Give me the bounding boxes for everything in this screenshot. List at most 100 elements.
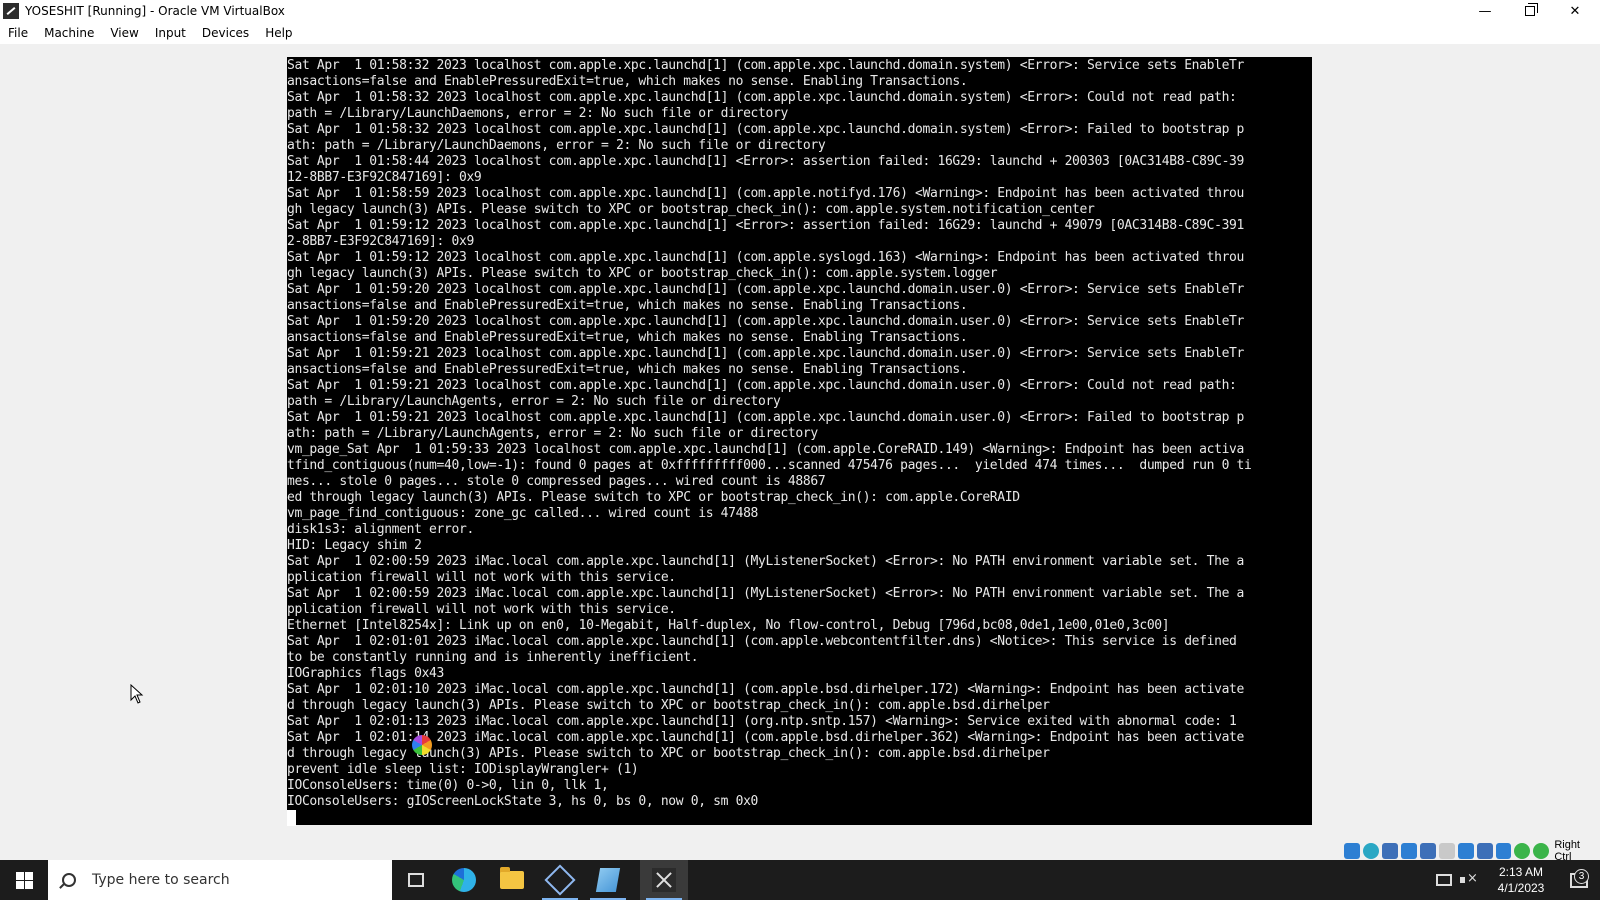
console-line: prevent idle sleep list: IODisplayWrangl… (287, 762, 639, 777)
video-capture-icon[interactable] (1476, 843, 1493, 859)
console-line: Sat Apr 1 02:01:14 2023 iMac.local com.a… (287, 730, 1245, 745)
console-line: Ethernet [Intel8254x]: Link up on en0, 1… (287, 618, 1170, 633)
console-line: Sat Apr 1 01:59:12 2023 localhost com.ap… (287, 218, 1245, 233)
task-view-button[interactable] (392, 860, 440, 900)
menu-devices[interactable]: Devices (202, 26, 249, 40)
search-placeholder: Type here to search (92, 872, 230, 888)
console-line: Sat Apr 1 01:59:21 2023 localhost com.ap… (287, 346, 1245, 361)
menu-bar: File Machine View Input Devices Help (0, 22, 1600, 44)
mouse-integration-icon[interactable] (1514, 843, 1531, 859)
virtualbox-icon (544, 864, 576, 896)
search-icon (62, 873, 76, 887)
window-title: YOSESHIT [Running] - Oracle VM VirtualBo… (25, 4, 285, 18)
keyboard-icon[interactable] (1533, 843, 1550, 859)
console-line: ath: path = /Library/LaunchDaemons, erro… (287, 138, 826, 153)
network-tray-icon (1436, 874, 1452, 886)
console-line: gh legacy launch(3) APIs. Please switch … (287, 202, 1095, 217)
console-line: disk1s3: alignment error. (287, 522, 474, 537)
cpu-icon[interactable] (1495, 843, 1512, 859)
console-line: IOConsoleUsers: gIOScreenLockState 3, hs… (287, 794, 759, 809)
console-line: tfind_contiguous(num=40,low=-1): found 0… (287, 458, 1252, 473)
hard-disk-icon[interactable] (1344, 843, 1360, 859)
notification-center-button[interactable]: 3 (1557, 860, 1600, 900)
virtualbox-button[interactable] (536, 860, 584, 900)
console-line: ansactions=false and EnablePressuredExit… (287, 362, 968, 377)
x-terminal-icon (652, 868, 676, 892)
console-line: path = /Library/LaunchDaemons, error = 2… (287, 106, 788, 121)
task-view-icon (408, 873, 424, 887)
console-line: 2-8BB7-E3F92C847169]: 0x9 (287, 234, 474, 249)
display-icon[interactable] (1457, 843, 1474, 859)
network-icon[interactable] (1400, 843, 1417, 859)
console-edge (287, 810, 296, 826)
console-line: ed through legacy launch(3) APIs. Please… (287, 490, 1020, 505)
window-title-bar: YOSESHIT [Running] - Oracle VM VirtualBo… (0, 0, 1600, 22)
windows-logo-icon (15, 871, 33, 889)
console-line: gh legacy launch(3) APIs. Please switch … (287, 266, 998, 281)
windows-taskbar: Type here to search 2:13 AM 4/1/2023 3 (0, 860, 1600, 900)
notepad-icon (595, 868, 621, 892)
console-line: Sat Apr 1 02:01:01 2023 iMac.local com.a… (287, 634, 1237, 649)
console-line: ansactions=false and EnablePressuredExit… (287, 330, 968, 345)
taskbar-clock[interactable]: 2:13 AM 4/1/2023 (1488, 864, 1554, 896)
console-line: Sat Apr 1 02:01:13 2023 iMac.local com.a… (287, 714, 1237, 729)
guest-console[interactable]: Sat Apr 1 01:58:32 2023 localhost com.ap… (287, 57, 1312, 825)
menu-help[interactable]: Help (265, 26, 292, 40)
clock-time: 2:13 AM (1498, 865, 1544, 879)
edge-icon (452, 868, 476, 892)
menu-input[interactable]: Input (155, 26, 186, 40)
optical-drive-icon[interactable] (1362, 843, 1379, 859)
console-line: Sat Apr 1 01:58:32 2023 localhost com.ap… (287, 122, 1245, 137)
network-tray-button[interactable] (1436, 860, 1456, 900)
menu-view[interactable]: View (110, 26, 138, 40)
file-explorer-button[interactable] (488, 860, 536, 900)
console-line: Sat Apr 1 02:01:10 2023 iMac.local com.a… (287, 682, 1245, 697)
restore-button[interactable] (1507, 0, 1553, 22)
audio-icon[interactable] (1381, 843, 1398, 859)
console-line: Sat Apr 1 01:58:32 2023 localhost com.ap… (287, 90, 1237, 105)
console-line: pplication firewall will not work with t… (287, 570, 676, 585)
console-line: to be constantly running and is inherent… (287, 650, 699, 665)
console-line: path = /Library/LaunchAgents, error = 2:… (287, 394, 781, 409)
console-line: ansactions=false and EnablePressuredExit… (287, 74, 968, 89)
console-line: vm_page_find_contiguous: zone_gc called.… (287, 506, 759, 521)
usb-icon[interactable] (1419, 843, 1436, 859)
shared-folders-icon[interactable] (1438, 843, 1455, 859)
busy-beachball-icon (412, 735, 432, 755)
console-line: Sat Apr 1 01:58:44 2023 localhost com.ap… (287, 154, 1245, 169)
console-line: ansactions=false and EnablePressuredExit… (287, 298, 968, 313)
console-line: IOConsoleUsers: time(0) 0->0, lin 0, llk… (287, 778, 609, 793)
menu-file[interactable]: File (8, 26, 28, 40)
restore-icon (1525, 3, 1538, 16)
close-button[interactable]: ✕ (1552, 0, 1598, 22)
console-line: Sat Apr 1 01:59:21 2023 localhost com.ap… (287, 378, 1237, 393)
console-line: Sat Apr 1 01:58:59 2023 localhost com.ap… (287, 186, 1245, 201)
console-line: mes... stole 0 pages... stole 0 compress… (287, 474, 826, 489)
console-line: Sat Apr 1 01:59:20 2023 localhost com.ap… (287, 314, 1245, 329)
vm-window-button[interactable] (640, 860, 688, 900)
virtualbox-vm-icon (3, 3, 19, 19)
console-line: HID: Legacy shim 2 (287, 538, 422, 553)
vm-status-icons: Right Ctrl (1344, 839, 1600, 863)
start-button[interactable] (0, 860, 48, 900)
file-explorer-icon (500, 867, 524, 889)
minimize-button[interactable]: — (1462, 0, 1508, 22)
console-line: IOGraphics flags 0x43 (287, 666, 445, 681)
notepad-button[interactable] (584, 860, 632, 900)
console-line: d through legacy launch(3) APIs. Please … (287, 746, 1050, 761)
console-line: vm_page_Sat Apr 1 01:59:33 2023 localhos… (287, 442, 1245, 457)
taskbar-search-box[interactable]: Type here to search (48, 860, 392, 900)
mouse-pointer-icon (130, 684, 144, 704)
edge-button[interactable] (440, 860, 488, 900)
notification-count-badge: 3 (1574, 869, 1589, 884)
console-line: Sat Apr 1 01:58:32 2023 localhost com.ap… (287, 58, 1245, 73)
volume-tray-button[interactable] (1460, 860, 1480, 900)
console-line: ath: path = /Library/LaunchAgents, error… (287, 426, 818, 441)
clock-date: 4/1/2023 (1497, 881, 1545, 895)
menu-machine[interactable]: Machine (44, 26, 94, 40)
volume-muted-icon (1460, 871, 1478, 887)
console-line: pplication firewall will not work with t… (287, 602, 676, 617)
console-line: d through legacy launch(3) APIs. Please … (287, 698, 1050, 713)
console-line: Sat Apr 1 01:59:20 2023 localhost com.ap… (287, 282, 1245, 297)
console-line: Sat Apr 1 02:00:59 2023 iMac.local com.a… (287, 554, 1245, 569)
